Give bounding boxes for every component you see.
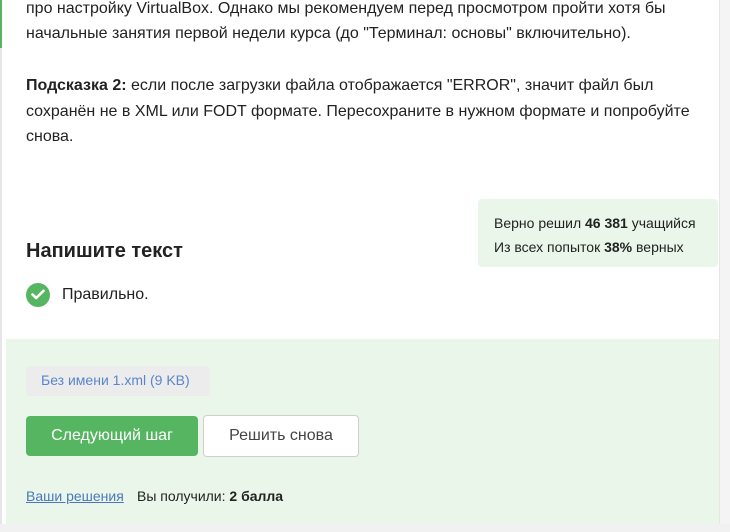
score-prefix: Вы получили: bbox=[137, 488, 226, 504]
left-border bbox=[0, 0, 2, 532]
stats-box: Верно решил 46 381 учащийся Из всех попы… bbox=[478, 199, 718, 267]
intro-paragraph: про настройку VirtualBox. Однако мы реко… bbox=[26, 0, 706, 46]
right-gutter bbox=[720, 0, 730, 532]
stats-solved-count: 46 381 bbox=[585, 215, 628, 231]
stats-solved: Верно решил 46 381 учащийся bbox=[494, 211, 718, 235]
stats-solved-suffix: учащийся bbox=[631, 215, 696, 231]
status-text: Правильно. bbox=[62, 285, 149, 303]
stats-attempts-suffix: верных bbox=[636, 239, 684, 255]
score-text: Вы получили: 2 балла bbox=[137, 488, 283, 504]
stats-attempts-prefix: Из всех попыток bbox=[494, 239, 601, 255]
correct-status: Правильно. bbox=[26, 282, 149, 307]
uploaded-file-link[interactable]: Без имени 1.xml (9 KB) bbox=[26, 366, 210, 396]
next-step-button[interactable]: Следующий шаг bbox=[26, 416, 198, 456]
intro-line-1: про настройку VirtualBox. Однако мы реко… bbox=[26, 0, 666, 17]
score-value: 2 балла bbox=[229, 488, 284, 504]
task-title: Напишите текст bbox=[26, 240, 183, 262]
hint-label: Подсказка 2: bbox=[26, 77, 127, 94]
stats-attempts: Из всех попыток 38% верных bbox=[494, 235, 718, 259]
bottom-strip bbox=[0, 524, 730, 532]
checkmark-icon bbox=[26, 282, 50, 307]
your-solutions-link[interactable]: Ваши решения bbox=[26, 488, 124, 504]
stats-solved-prefix: Верно решил bbox=[494, 215, 582, 231]
stats-attempts-percent: 38% bbox=[604, 239, 633, 255]
left-accent-bar bbox=[0, 0, 2, 48]
intro-line-2: начальные занятия первой недели курса (д… bbox=[26, 25, 631, 42]
hint-paragraph: Подсказка 2: если после загрузки файла о… bbox=[26, 73, 701, 150]
solve-again-button[interactable]: Решить снова bbox=[203, 415, 359, 457]
